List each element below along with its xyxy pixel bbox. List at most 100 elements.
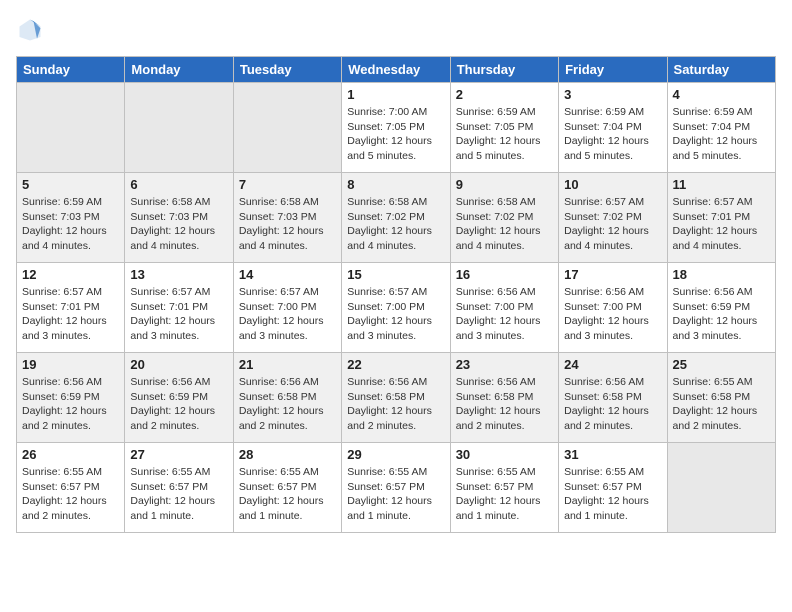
calendar-cell: 4 Sunrise: 6:59 AM Sunset: 7:04 PM Daylig…	[667, 83, 775, 173]
day-number: 1	[347, 87, 444, 102]
calendar-cell	[667, 443, 775, 533]
calendar-header-tuesday: Tuesday	[233, 57, 341, 83]
calendar-cell: 13Sunrise: 6:57 AM Sunset: 7:01 PM Dayli…	[125, 263, 233, 353]
day-number: 12	[22, 267, 119, 282]
day-number: 6	[130, 177, 227, 192]
day-number: 21	[239, 357, 336, 372]
calendar-cell: 30Sunrise: 6:55 AM Sunset: 6:57 PM Dayli…	[450, 443, 558, 533]
logo-icon	[16, 16, 44, 44]
calendar-header-sunday: Sunday	[17, 57, 125, 83]
day-info: Sunrise: 7:00 AM Sunset: 7:05 PM Dayligh…	[347, 105, 444, 164]
day-number: 26	[22, 447, 119, 462]
logo	[16, 16, 48, 44]
day-number: 15	[347, 267, 444, 282]
calendar-cell: 7 Sunrise: 6:58 AM Sunset: 7:03 PM Daylig…	[233, 173, 341, 263]
calendar-cell: 5Sunrise: 6:59 AM Sunset: 7:03 PM Daylig…	[17, 173, 125, 263]
calendar-cell: 19 Sunrise: 6:56 AM Sunset: 6:59 PM Dayli…	[17, 353, 125, 443]
calendar-cell: 17 Sunrise: 6:56 AM Sunset: 7:00 PM Dayli…	[559, 263, 667, 353]
day-info: Sunrise: 6:56 AM Sunset: 7:00 PM Dayligh…	[456, 285, 553, 344]
day-info: Sunrise: 6:56 AM Sunset: 6:58 PM Dayligh…	[239, 375, 336, 434]
day-info: Sunrise: 6:55 AM Sunset: 6:58 PM Dayligh…	[673, 375, 770, 434]
calendar-cell: 1 Sunrise: 7:00 AM Sunset: 7:05 PM Daylig…	[342, 83, 450, 173]
day-info: Sunrise: 6:56 AM Sunset: 6:59 PM Dayligh…	[673, 285, 770, 344]
calendar-header-thursday: Thursday	[450, 57, 558, 83]
day-number: 3	[564, 87, 661, 102]
calendar-cell: 16 Sunrise: 6:56 AM Sunset: 7:00 PM Dayli…	[450, 263, 558, 353]
day-number: 2	[456, 87, 553, 102]
day-number: 28	[239, 447, 336, 462]
day-number: 31	[564, 447, 661, 462]
day-info: Sunrise: 6:56 AM Sunset: 6:58 PM Dayligh…	[347, 375, 444, 434]
day-info: Sunrise: 6:57 AM Sunset: 7:02 PM Dayligh…	[564, 195, 661, 254]
day-info: Sunrise: 6:55 AM Sunset: 6:57 PM Dayligh…	[564, 465, 661, 524]
day-info: Sunrise: 6:56 AM Sunset: 6:58 PM Dayligh…	[564, 375, 661, 434]
day-number: 8	[347, 177, 444, 192]
day-info: Sunrise: 6:55 AM Sunset: 6:57 PM Dayligh…	[22, 465, 119, 524]
day-number: 7	[239, 177, 336, 192]
day-info: Sunrise: 6:55 AM Sunset: 6:57 PM Dayligh…	[130, 465, 227, 524]
day-number: 11	[673, 177, 770, 192]
day-info: Sunrise: 6:59 AM Sunset: 7:04 PM Dayligh…	[673, 105, 770, 164]
calendar-table: SundayMondayTuesdayWednesdayThursdayFrid…	[16, 56, 776, 533]
day-number: 29	[347, 447, 444, 462]
day-number: 24	[564, 357, 661, 372]
calendar-week-3: 12 Sunrise: 6:57 AM Sunset: 7:01 PM Dayli…	[17, 263, 776, 353]
calendar-cell: 29 Sunrise: 6:55 AM Sunset: 6:57 PM Dayli…	[342, 443, 450, 533]
calendar-cell: 23 Sunrise: 6:56 AM Sunset: 6:58 PM Dayli…	[450, 353, 558, 443]
calendar-cell: 20Sunrise: 6:56 AM Sunset: 6:59 PM Dayli…	[125, 353, 233, 443]
calendar-cell	[17, 83, 125, 173]
day-info: Sunrise: 6:55 AM Sunset: 6:57 PM Dayligh…	[347, 465, 444, 524]
day-number: 19	[22, 357, 119, 372]
day-info: Sunrise: 6:58 AM Sunset: 7:03 PM Dayligh…	[130, 195, 227, 254]
calendar-cell: 27 Sunrise: 6:55 AM Sunset: 6:57 PM Dayli…	[125, 443, 233, 533]
calendar-cell	[233, 83, 341, 173]
calendar-cell: 22 Sunrise: 6:56 AM Sunset: 6:58 PM Dayli…	[342, 353, 450, 443]
day-number: 25	[673, 357, 770, 372]
day-info: Sunrise: 6:57 AM Sunset: 7:01 PM Dayligh…	[130, 285, 227, 344]
day-info: Sunrise: 6:59 AM Sunset: 7:04 PM Dayligh…	[564, 105, 661, 164]
calendar-cell: 28 Sunrise: 6:55 AM Sunset: 6:57 PM Dayli…	[233, 443, 341, 533]
day-info: Sunrise: 6:56 AM Sunset: 6:59 PM Dayligh…	[22, 375, 119, 434]
calendar-cell: 8 Sunrise: 6:58 AM Sunset: 7:02 PM Daylig…	[342, 173, 450, 263]
calendar-cell: 11 Sunrise: 6:57 AM Sunset: 7:01 PM Dayli…	[667, 173, 775, 263]
calendar-cell: 9 Sunrise: 6:58 AM Sunset: 7:02 PM Daylig…	[450, 173, 558, 263]
day-info: Sunrise: 6:58 AM Sunset: 7:02 PM Dayligh…	[456, 195, 553, 254]
calendar-cell: 10 Sunrise: 6:57 AM Sunset: 7:02 PM Dayli…	[559, 173, 667, 263]
day-number: 4	[673, 87, 770, 102]
day-number: 9	[456, 177, 553, 192]
day-number: 17	[564, 267, 661, 282]
day-info: Sunrise: 6:57 AM Sunset: 7:01 PM Dayligh…	[22, 285, 119, 344]
calendar-cell: 25 Sunrise: 6:55 AM Sunset: 6:58 PM Dayli…	[667, 353, 775, 443]
calendar-cell: 2 Sunrise: 6:59 AM Sunset: 7:05 PM Daylig…	[450, 83, 558, 173]
calendar-header-monday: Monday	[125, 57, 233, 83]
day-number: 20	[130, 357, 227, 372]
calendar-cell: 24 Sunrise: 6:56 AM Sunset: 6:58 PM Dayli…	[559, 353, 667, 443]
day-number: 27	[130, 447, 227, 462]
day-number: 10	[564, 177, 661, 192]
calendar-cell: 14Sunrise: 6:57 AM Sunset: 7:00 PM Dayli…	[233, 263, 341, 353]
day-info: Sunrise: 6:56 AM Sunset: 6:58 PM Dayligh…	[456, 375, 553, 434]
calendar-cell: 26 Sunrise: 6:55 AM Sunset: 6:57 PM Dayli…	[17, 443, 125, 533]
day-info: Sunrise: 6:55 AM Sunset: 6:57 PM Dayligh…	[239, 465, 336, 524]
calendar-header-row: SundayMondayTuesdayWednesdayThursdayFrid…	[17, 57, 776, 83]
day-number: 18	[673, 267, 770, 282]
day-number: 30	[456, 447, 553, 462]
day-info: Sunrise: 6:58 AM Sunset: 7:02 PM Dayligh…	[347, 195, 444, 254]
day-info: Sunrise: 6:57 AM Sunset: 7:01 PM Dayligh…	[673, 195, 770, 254]
calendar-week-4: 19 Sunrise: 6:56 AM Sunset: 6:59 PM Dayli…	[17, 353, 776, 443]
page-header	[16, 16, 776, 44]
day-info: Sunrise: 6:57 AM Sunset: 7:00 PM Dayligh…	[239, 285, 336, 344]
day-info: Sunrise: 6:59 AM Sunset: 7:05 PM Dayligh…	[456, 105, 553, 164]
calendar-week-1: 1 Sunrise: 7:00 AM Sunset: 7:05 PM Daylig…	[17, 83, 776, 173]
calendar-header-wednesday: Wednesday	[342, 57, 450, 83]
day-number: 22	[347, 357, 444, 372]
day-info: Sunrise: 6:56 AM Sunset: 7:00 PM Dayligh…	[564, 285, 661, 344]
day-info: Sunrise: 6:59 AM Sunset: 7:03 PM Dayligh…	[22, 195, 119, 254]
calendar-header-friday: Friday	[559, 57, 667, 83]
day-number: 23	[456, 357, 553, 372]
day-info: Sunrise: 6:57 AM Sunset: 7:00 PM Dayligh…	[347, 285, 444, 344]
calendar-cell: 18 Sunrise: 6:56 AM Sunset: 6:59 PM Dayli…	[667, 263, 775, 353]
calendar-cell: 15 Sunrise: 6:57 AM Sunset: 7:00 PM Dayli…	[342, 263, 450, 353]
day-number: 16	[456, 267, 553, 282]
day-info: Sunrise: 6:58 AM Sunset: 7:03 PM Dayligh…	[239, 195, 336, 254]
